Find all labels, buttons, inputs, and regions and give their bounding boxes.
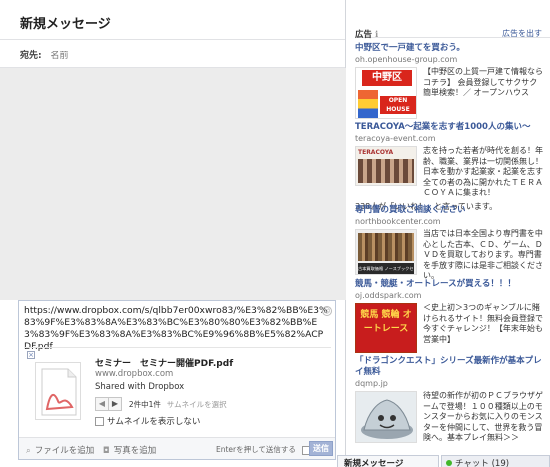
ads-info-icon[interactable]: ℹ (375, 30, 378, 40)
tab-new-message[interactable]: 新規メッセージ (337, 455, 439, 467)
select-thumbnail-label: サムネイルを選択 (166, 399, 227, 409)
message-composer[interactable]: https://www.dropbox.com/s/qlbb7er00xwro8… (18, 300, 336, 460)
tab-chat[interactable]: チャット (19) (441, 455, 550, 467)
message-history-area (0, 68, 346, 300)
ad-image-teracoya[interactable]: TERACOYA (355, 146, 417, 186)
ad-image-crowd (358, 159, 414, 183)
next-thumbnail-button[interactable]: ▶ (108, 397, 122, 411)
attachment-description: Shared with Dropbox (95, 382, 185, 392)
ad-body: 当店では日本全国より専門書を中心とした古本、ＣＤ、ゲーム、ＤＶＤを買取しておりま… (423, 229, 543, 280)
composer-footer: ⌕ ファイルを追加 ◘ 写真を追加 Enterを押して送信する 送信 (19, 437, 335, 459)
ad-item[interactable]: 専門書の買取ご相談ください northbookcenter.com 古本買取価格… (355, 205, 545, 282)
ad-body: 【中野区の上質一戸建て情報ならコチラ】 会員登録してサクサク簡単検索！／ オープ… (423, 67, 543, 97)
ad-title[interactable]: TERACOYA～起業を志す者1000人の集い～ (355, 122, 545, 133)
create-ad-link[interactable]: 広告を出す (502, 28, 542, 39)
ad-domain: northbookcenter.com (355, 217, 441, 226)
attachment-domain: www.dropbox.com (95, 369, 174, 379)
header: 新規メッセージ (0, 0, 345, 40)
to-label: 宛先: (20, 51, 42, 61)
ad-title[interactable]: 「ドラゴンクエスト」シリーズ最新作が基本プレイ無料 (355, 356, 545, 378)
attachment-title: セミナー セミナー開催PDF.pdf (95, 359, 234, 369)
ad-domain: oj.oddspark.com (355, 291, 422, 300)
send-button[interactable]: 送信 (309, 441, 333, 456)
ad-image-text: 競馬 競輪 オートレース (360, 310, 412, 334)
link-preview: × セミナー セミナー開催PDF.pdf www.dropbox.com Sha… (25, 347, 331, 435)
remove-preview-icon[interactable]: × (27, 351, 35, 359)
thumbnail-navigator: ◀ ▶ 2件中1件 サムネイルを選択 (95, 397, 227, 411)
ad-image-brand: OPEN HOUSE (380, 96, 416, 114)
ad-item[interactable]: 「ドラゴンクエスト」シリーズ最新作が基本プレイ無料 dqmp.jp 待望の新作が… (355, 356, 545, 444)
paperclip-icon: ⌕ (26, 446, 31, 456)
ad-image-dragonquest[interactable] (355, 391, 417, 443)
no-thumbnail-label: サムネイルを表示しない (107, 417, 201, 427)
pdf-thumbnail (35, 362, 81, 420)
ad-image-openhouse[interactable]: 中野区 OPEN HOUSE (355, 67, 417, 119)
ads-header: 広告 ℹ 広告を出す (355, 0, 550, 40)
online-status-icon (446, 460, 452, 466)
ads-sidebar: 広告 ℹ 広告を出す 中野区で一戸建てを買おう。 oh.openhouse-gr… (347, 0, 550, 455)
ad-image-books[interactable]: 古本買取価格 ノースブックセンター (355, 229, 417, 275)
ad-item[interactable]: 競馬・競艇・オートレースが買える！！！ oj.oddspark.com 競馬 競… (355, 279, 545, 353)
ad-image-text: TERACOYA (358, 149, 394, 156)
ad-domain: oh.openhouse-group.com (355, 55, 458, 64)
no-thumbnail-checkbox[interactable] (95, 417, 104, 426)
enter-to-send-label: Enterを押して送信する (216, 445, 296, 454)
add-file-label: ファイルを追加 (34, 446, 95, 456)
recipient-input[interactable] (50, 51, 251, 61)
ad-title[interactable]: 競馬・競艇・オートレースが買える！！！ (355, 279, 545, 290)
ad-body: 待望の新作が初のＰＣブラウザゲームで登場！１００種類以上のモンスターからお気に入… (423, 391, 543, 442)
ads-title: 広告 (355, 30, 373, 40)
message-panel: 新規メッセージ 宛先: https://www.dropbox.com/s/ql… (0, 0, 346, 467)
ad-image-text: 中野区 (362, 70, 412, 86)
ad-image-racing[interactable]: 競馬 競輪 オートレース (355, 303, 417, 353)
metal-slime-icon (361, 399, 413, 439)
add-photo-button[interactable]: ◘ 写真を追加 (103, 444, 156, 456)
ad-body: 志を持った若者が時代を創る！年齢、職業、業界は一切関係無し！日本を動かす起業家・… (423, 146, 543, 197)
enter-to-send-option[interactable]: Enterを押して送信する (216, 444, 312, 455)
ad-item[interactable]: 中野区で一戸建てを買おう。 oh.openhouse-group.com 中野区… (355, 43, 545, 119)
ad-title[interactable]: 中野区で一戸建てを買おう。 (355, 43, 545, 54)
recipient-row: 宛先: (0, 40, 345, 68)
add-file-button[interactable]: ⌕ ファイルを追加 (26, 444, 94, 456)
ad-image-shelf (358, 233, 414, 261)
prev-thumbnail-button[interactable]: ◀ (95, 397, 109, 411)
page-title: 新規メッセージ (20, 17, 111, 32)
add-photo-label: 写真を追加 (113, 446, 157, 456)
ad-item[interactable]: TERACOYA～起業を志す者1000人の集い～ teracoya-event.… (355, 122, 545, 212)
no-thumbnail-option[interactable]: サムネイルを表示しない (95, 415, 200, 427)
thumbnail-count: 2件中1件 (128, 399, 161, 409)
ad-domain: teracoya-event.com (355, 134, 436, 143)
camera-icon: ◘ (103, 446, 110, 456)
ad-title[interactable]: 専門書の買取ご相談ください (355, 205, 545, 216)
ad-image-decoration (358, 90, 378, 118)
ad-domain: dqmp.jp (355, 379, 388, 388)
ad-body: ＜史上初＞3つのギャンブルに賭けられるサイト！無料会員登録で今すぐチャレンジ！【… (423, 303, 543, 344)
ad-image-text: 古本買取価格 ノースブックセンター (358, 263, 414, 274)
message-text[interactable]: https://www.dropbox.com/s/qlbb7er00xwro8… (19, 301, 335, 352)
emoji-icon[interactable]: ☺ (322, 306, 332, 316)
chat-label: チャット (19) (455, 459, 510, 467)
